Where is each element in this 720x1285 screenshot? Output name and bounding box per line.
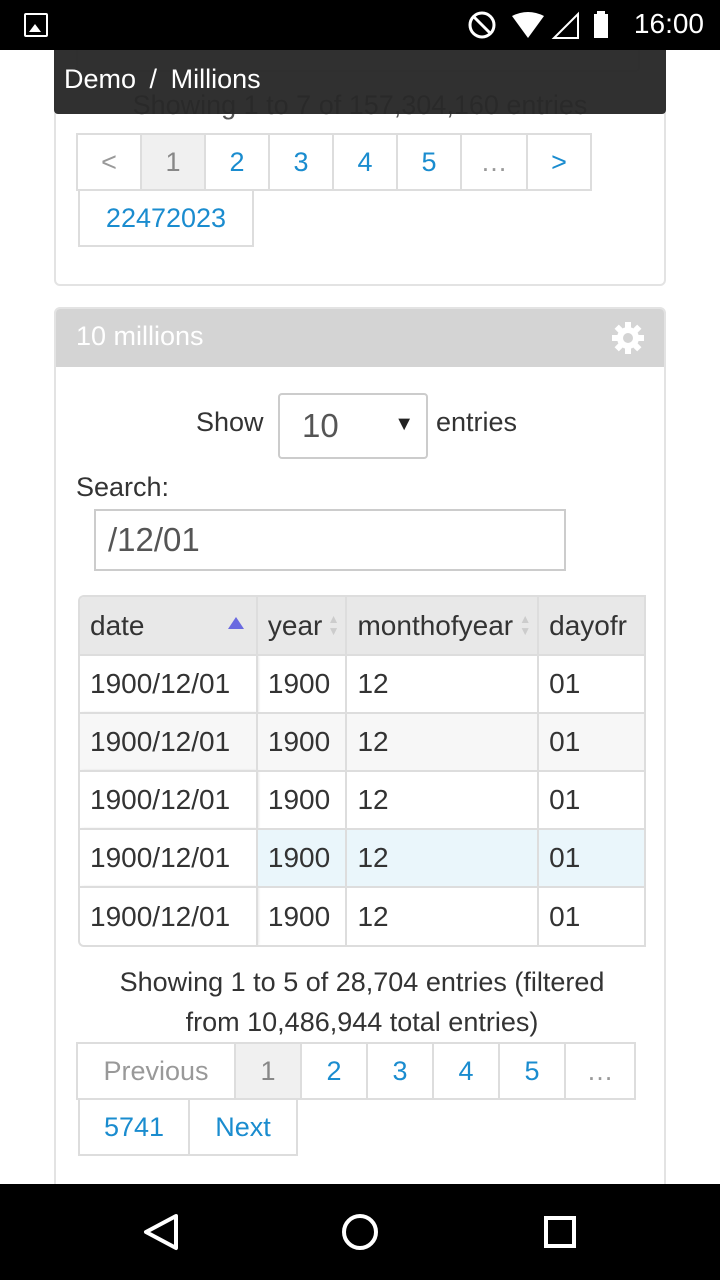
breadcrumb: Demo / Millions [54, 50, 666, 114]
cell-monthofyear: 12 [346, 770, 540, 829]
breadcrumb-separator: / [149, 64, 158, 94]
table-info-line2: from 10,486,944 total entries) [185, 1007, 539, 1037]
pagination: Previous 1 2 3 4 5 … 5741 Next [76, 1042, 638, 1156]
cell-date: 1900/12/01 [80, 654, 258, 713]
cell-year: 1900 [256, 770, 348, 829]
page-5[interactable]: 5 [498, 1042, 566, 1100]
cell-year: 1900 [256, 712, 348, 771]
cell-monthofyear: 12 [346, 886, 540, 945]
table-info: Showing 1 to 5 of 28,704 entries (filter… [56, 962, 664, 1042]
cell-date: 1900/12/01 [80, 770, 258, 829]
table-row: 1900/12/01 1900 12 01 [80, 770, 646, 829]
top-page-ellipsis: … [460, 133, 528, 191]
entries-length-select[interactable]: 10 ▼ [278, 393, 428, 459]
page-last[interactable]: 5741 [78, 1098, 190, 1156]
breadcrumb-root[interactable]: Demo [64, 64, 136, 94]
clock: 16:00 [633, 8, 704, 39]
show-label: Show [196, 407, 264, 437]
sort-icon: ▲ ▼ [519, 612, 532, 638]
breadcrumb-current: Millions [170, 64, 261, 94]
top-page-next[interactable]: > [526, 133, 592, 191]
table-row: 1900/12/01 1900 12 01 [80, 712, 646, 771]
panel-title: 10 millions [76, 321, 204, 351]
cell-monthofyear: 12 [346, 712, 540, 771]
dropdown-arrow-icon: ▼ [394, 413, 414, 435]
battery-icon [594, 11, 608, 38]
column-header-dayofr[interactable]: dayofr [538, 597, 646, 655]
table-row: 1900/12/01 1900 12 01 [80, 654, 646, 713]
column-header-date[interactable]: date [80, 597, 258, 655]
top-pagination: < 1 2 3 4 5 … > 22472023 [76, 133, 618, 247]
search-label: Search: [76, 472, 170, 502]
image-notification-icon [24, 13, 48, 37]
entries-label: entries [436, 407, 518, 437]
sort-ascending-icon [227, 617, 244, 629]
column-header-year[interactable]: year ▲ ▼ [256, 597, 348, 655]
ten-millions-panel: 10 millions Show 10 ▼ entries Search: /1… [54, 307, 666, 1184]
status-icons [468, 11, 608, 39]
table-row: 1900/12/01 1900 12 01 [80, 886, 646, 945]
cell-dayofr: 01 [538, 886, 646, 945]
page-3[interactable]: 3 [366, 1042, 434, 1100]
next-button[interactable]: Next [188, 1098, 298, 1156]
page-1[interactable]: 1 [234, 1042, 302, 1100]
cell-year: 1900 [256, 828, 348, 887]
page-content: Showing 1 to 7 of 157,304,160 entries De… [0, 50, 720, 1184]
cell-date: 1900/12/01 [80, 712, 258, 771]
status-bar: 16:00 [0, 0, 720, 50]
cell-monthofyear: 12 [346, 654, 540, 713]
entries-length-value: 10 [302, 407, 339, 444]
cell-year: 1900 [256, 886, 348, 945]
table-row: 1900/12/01 1900 12 01 [80, 828, 646, 887]
back-icon[interactable] [144, 1214, 178, 1250]
cell-dayofr: 01 [538, 654, 646, 713]
top-page-3[interactable]: 3 [268, 133, 334, 191]
top-page-5[interactable]: 5 [396, 133, 462, 191]
search-input[interactable]: /12/01 [94, 509, 566, 571]
gear-icon[interactable] [610, 320, 646, 356]
top-page-prev[interactable]: < [76, 133, 142, 191]
signal-icon [551, 11, 579, 39]
cell-monthofyear: 12 [346, 828, 540, 887]
previous-button[interactable]: Previous [76, 1042, 236, 1100]
recents-icon[interactable] [544, 1216, 576, 1248]
wifi-icon [512, 12, 544, 38]
top-page-4[interactable]: 4 [332, 133, 398, 191]
cell-dayofr: 01 [538, 712, 646, 771]
page-ellipsis: … [564, 1042, 636, 1100]
sort-icon: ▲ ▼ [327, 612, 340, 638]
do-not-disturb-icon [468, 11, 496, 39]
cell-date: 1900/12/01 [80, 828, 258, 887]
page-4[interactable]: 4 [432, 1042, 500, 1100]
panel-header: 10 millions [56, 309, 664, 367]
table-info-line1: Showing 1 to 5 of 28,704 entries (filter… [119, 967, 605, 997]
data-table: date year ▲ ▼ monthofyear ▲ ▼ dayofr 1900/12… [78, 595, 646, 947]
top-page-1[interactable]: 1 [140, 133, 206, 191]
navigation-bar [0, 1184, 720, 1280]
cell-date: 1900/12/01 [80, 886, 258, 945]
top-page-2[interactable]: 2 [204, 133, 270, 191]
home-icon[interactable] [342, 1214, 378, 1250]
top-page-last[interactable]: 22472023 [78, 189, 254, 247]
column-header-monthofyear[interactable]: monthofyear ▲ ▼ [346, 597, 540, 655]
cell-dayofr: 01 [538, 770, 646, 829]
page-2[interactable]: 2 [300, 1042, 368, 1100]
cell-dayofr: 01 [538, 828, 646, 887]
cell-year: 1900 [256, 654, 348, 713]
